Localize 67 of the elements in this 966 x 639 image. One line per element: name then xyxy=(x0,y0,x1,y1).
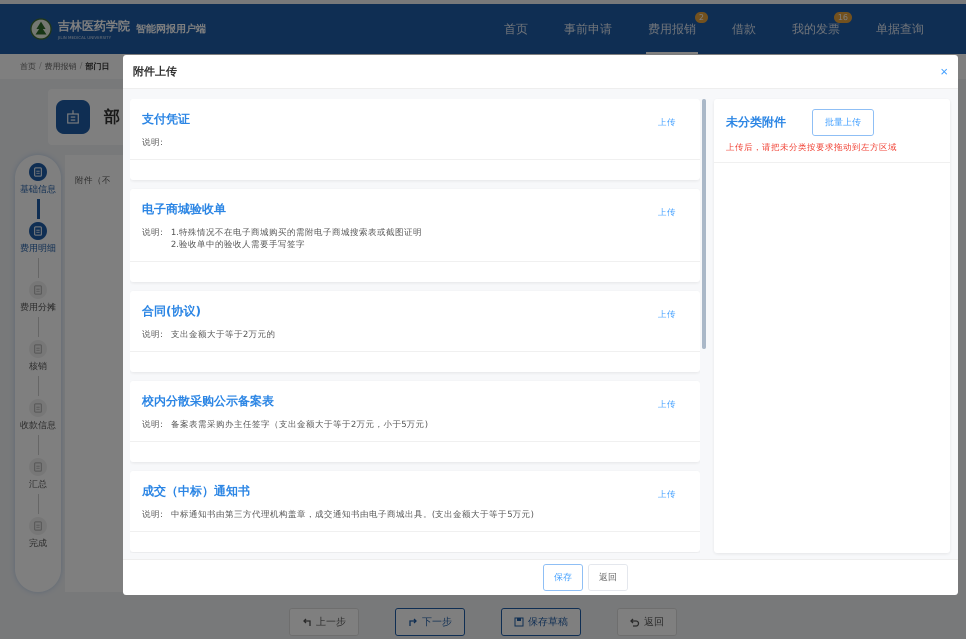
dialog-title: 附件上传 xyxy=(133,64,177,79)
save-icon xyxy=(514,617,524,627)
close-button[interactable]: × xyxy=(940,64,948,79)
document-icon xyxy=(29,517,47,535)
count-badge: 16 xyxy=(834,12,852,23)
note-text: 1.特殊情况不在电子商城购买的需附电子商城搜索表或截图证明 xyxy=(170,227,422,239)
breadcrumb-item[interactable]: 首页 xyxy=(20,61,36,72)
breadcrumb-separator: / xyxy=(39,61,42,72)
step-item[interactable]: 完成 xyxy=(29,517,47,550)
document-icon xyxy=(29,222,47,240)
count-badge: 2 xyxy=(694,12,708,23)
arrow-icon xyxy=(408,617,418,627)
category-title: 成交（中标）通知书 xyxy=(142,483,251,500)
emblem-icon xyxy=(30,18,52,40)
breadcrumb-separator: / xyxy=(80,61,82,72)
category-title: 支付凭证 xyxy=(142,111,190,128)
scrollbar[interactable] xyxy=(702,99,706,349)
note-text: 备案表需采购办主任签字（支出金额大于等于2万元，小于5万元) xyxy=(170,419,428,431)
app-name: 智能网报用户端 xyxy=(136,22,206,36)
back-button[interactable]: 返回 xyxy=(617,608,677,636)
breadcrumb-item[interactable]: 费用报销 xyxy=(44,61,77,72)
note-label: 说明: xyxy=(142,329,163,341)
field-label: 附件（不 xyxy=(75,175,112,187)
note-label: 说明: xyxy=(142,509,163,521)
page-title: 部 xyxy=(104,106,120,128)
school-name: 吉林医药学院 xyxy=(58,18,130,35)
step-item[interactable]: 费用明细 xyxy=(20,222,56,255)
building-icon xyxy=(56,100,90,134)
step-item[interactable]: 收款信息 xyxy=(20,399,56,432)
nav-tab[interactable]: 单据查询 xyxy=(874,4,926,54)
upload-link[interactable]: 上传 xyxy=(658,489,676,521)
note-label: 说明: xyxy=(142,137,163,149)
step-item[interactable]: 基础信息 xyxy=(20,163,56,196)
arrow-icon xyxy=(302,617,312,627)
nav-tab[interactable]: 首页 xyxy=(502,4,530,54)
note-text: 2.验收单中的验收人需要手写签字 xyxy=(170,239,306,251)
note-text: 中标通知书由第三方代理机构盖章，成交通知书由电子商城出具。(支出金额大于等于5万元) xyxy=(170,509,534,521)
category-title: 校内分散采购公示备案表 xyxy=(142,393,275,410)
upload-link[interactable]: 上传 xyxy=(658,117,676,149)
save-button[interactable]: 保存 xyxy=(543,564,583,591)
step-item[interactable]: 费用分摊 xyxy=(20,281,56,314)
save-draft-button[interactable]: 保存草稿 xyxy=(501,608,581,636)
note-label: 说明: xyxy=(142,419,163,431)
note-label: 说明: xyxy=(142,227,163,240)
note-text: 支出金额大于等于2万元的 xyxy=(170,329,276,341)
upload-link[interactable]: 上传 xyxy=(658,399,676,431)
nav-tab[interactable]: 借款 xyxy=(730,4,758,54)
breadcrumb-item: 部门日 xyxy=(85,61,110,72)
next-step-button[interactable]: 下一步 xyxy=(395,608,465,636)
step-item[interactable]: 汇总 xyxy=(29,458,47,491)
upload-link[interactable]: 上传 xyxy=(658,309,676,341)
batch-upload-button[interactable]: 批量上传 xyxy=(812,109,874,136)
document-icon xyxy=(29,399,47,417)
upload-link[interactable]: 上传 xyxy=(658,207,676,251)
category-title: 电子商城验收单 xyxy=(142,201,227,218)
previous-step-button[interactable]: 上一步 xyxy=(289,608,359,636)
nav-tab[interactable]: 事前申请 xyxy=(562,4,614,54)
document-icon xyxy=(29,458,47,476)
undo-icon xyxy=(630,617,640,627)
step-item[interactable]: 核销 xyxy=(29,340,47,373)
panel-title: 未分类附件 xyxy=(726,114,786,131)
back-button[interactable]: 返回 xyxy=(588,564,628,591)
hint-text: 上传后，请把未分类按要求拖动到左方区域 xyxy=(726,142,898,154)
document-icon xyxy=(29,281,47,299)
document-icon xyxy=(29,163,47,181)
document-icon xyxy=(29,340,47,358)
category-title: 合同(协议) xyxy=(142,303,202,320)
